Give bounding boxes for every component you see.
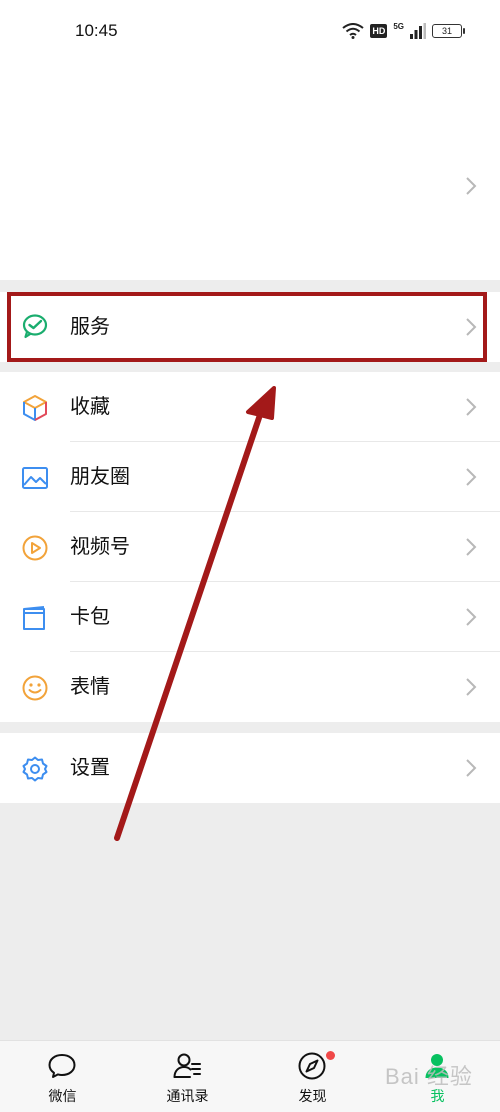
bottom-tab-bar: 微信 通讯录 发现 我 Bai 经验	[0, 1040, 500, 1112]
moments-photo-icon	[22, 467, 48, 489]
network-label: 5G	[393, 22, 404, 31]
menu-item-stickers[interactable]: 表情	[0, 652, 500, 722]
status-time: 10:45	[75, 21, 118, 40]
compass-icon	[298, 1052, 326, 1080]
tab-contacts[interactable]: 通讯录	[125, 1041, 250, 1112]
chevron-right-icon	[466, 398, 477, 416]
tab-chats[interactable]: 微信	[0, 1041, 125, 1112]
chevron-right-icon	[466, 177, 477, 195]
gear-icon	[22, 756, 48, 782]
tab-label: 通讯录	[166, 1088, 209, 1104]
chevron-right-icon	[466, 678, 477, 696]
menu-item-label: 卡包	[70, 606, 110, 628]
menu-item-channels[interactable]: 视频号	[0, 512, 500, 582]
settings-group: 设置	[0, 733, 500, 803]
menu-item-label: 设置	[70, 757, 110, 779]
contacts-icon	[173, 1053, 201, 1078]
menu-item-label: 朋友圈	[70, 466, 130, 488]
chevron-right-icon	[466, 538, 477, 556]
tab-label: 微信	[48, 1088, 77, 1104]
battery-indicator: 31	[432, 24, 465, 38]
chevron-right-icon	[466, 608, 477, 626]
chevron-right-icon	[466, 468, 477, 486]
baidu-jingyan-watermark: Bai 经验	[385, 1064, 473, 1089]
favorites-cube-icon	[23, 395, 47, 421]
menu-item-card-wallet[interactable]: 卡包	[0, 582, 500, 652]
status-bar: 10:45 HD 5G 31	[0, 0, 500, 62]
card-wallet-icon	[23, 606, 45, 630]
menu-item-favorites[interactable]: 收藏	[0, 372, 500, 442]
discover-badge-dot	[326, 1051, 335, 1060]
menu-item-settings[interactable]: 设置	[0, 733, 500, 803]
channels-play-icon	[22, 535, 48, 561]
hd-badge: HD	[370, 24, 388, 38]
menu-item-moments[interactable]: 朋友圈	[0, 442, 500, 512]
wifi-icon	[342, 23, 364, 39]
tab-label: 发现	[298, 1088, 327, 1104]
menu-item-label: 收藏	[70, 396, 110, 418]
profile-section[interactable]	[0, 62, 500, 280]
main-menu-group: 收藏 朋友圈 视频号 卡包 表情	[0, 372, 500, 722]
tab-discover[interactable]: 发现	[250, 1041, 375, 1112]
sticker-smile-icon	[22, 675, 48, 701]
menu-item-label: 表情	[70, 676, 110, 698]
menu-item-label: 视频号	[70, 536, 130, 558]
chat-bubble-icon	[48, 1054, 76, 1078]
signal-icon	[410, 23, 426, 39]
chevron-right-icon	[466, 759, 477, 777]
status-icons: HD 5G 31	[342, 22, 465, 40]
highlight-box-annotation	[7, 292, 487, 362]
